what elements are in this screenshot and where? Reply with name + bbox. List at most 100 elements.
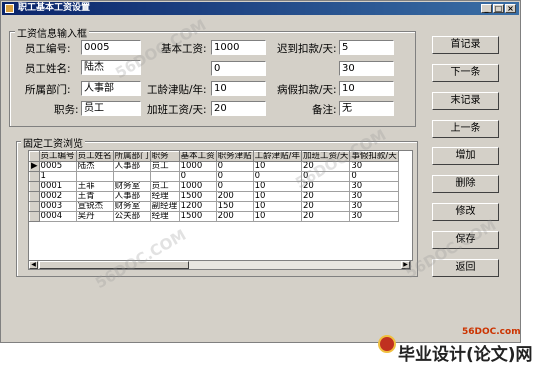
column-header[interactable]: 员工编号 [38,151,77,162]
first-record-button[interactable]: 首记录 [432,36,499,54]
table-cell[interactable]: 0001 [38,181,77,192]
table-cell[interactable]: 宣锐杰 [75,201,114,212]
base-salary-input[interactable]: 1000 [211,40,266,55]
row-indicator [29,211,40,222]
table-cell[interactable]: 30 [349,181,399,192]
title-bar: 职工基本工资设置 _ □ × [2,2,519,15]
add-button[interactable]: 增加 [432,147,499,165]
table-cell[interactable]: 10 [252,161,303,172]
table-cell[interactable]: 1000 [178,161,217,172]
table-cell[interactable]: 经理 [149,191,180,202]
table-cell[interactable]: 员工 [149,161,180,172]
horizontal-scrollbar[interactable]: ◀ ▶ [28,260,411,270]
table-cell[interactable] [149,171,180,182]
blank-field-input[interactable]: 0 [211,61,266,76]
app-icon [5,4,14,13]
overtime-label: 加班工资/天: [147,104,207,116]
table-row[interactable]: 0004 吴丹 公关部 经理 1500 200 10 20 30 [29,211,399,222]
row-indicator: ▶ [29,161,40,172]
table-cell[interactable]: 10 [252,201,303,212]
table-cell[interactable] [75,171,114,182]
table-cell[interactable]: 30 [349,161,399,172]
table-cell[interactable]: 10 [252,191,303,202]
row-indicator [29,151,40,162]
table-cell[interactable]: 10 [252,211,303,222]
table-cell[interactable]: 人事部 [112,191,151,202]
grid-group-title: 固定工资浏览 [21,135,85,150]
next-button[interactable]: 下一条 [432,64,499,82]
column-header[interactable]: 工龄津贴/年 [252,151,303,162]
main-window: 职工基本工资设置 _ □ × 工资信息输入框 员工编号: 0005 员工姓名: … [0,0,521,343]
table-cell[interactable]: 副经理 [149,201,180,212]
table-cell[interactable]: 0005 [38,161,77,172]
column-header[interactable]: 职务 [149,151,180,162]
table-cell[interactable]: 1500 [178,211,217,222]
seniority-input[interactable]: 10 [211,81,266,96]
table-cell[interactable]: 200 [215,191,254,202]
overtime-input[interactable]: 20 [211,101,266,116]
table-cell[interactable]: 王菲 [75,181,114,192]
close-icon[interactable]: × [505,4,516,13]
sick-deduct-input[interactable]: 10 [339,81,394,96]
column-header[interactable]: 所属部门 [112,151,151,162]
table-row[interactable]: 0003 宣锐杰 财务室 副经理 1200 150 10 20 30 [29,201,399,212]
late-deduct-input[interactable]: 5 [339,40,394,55]
brand-logo-icon [378,335,396,353]
table-cell[interactable]: 0 [178,171,217,182]
blank-field2-input[interactable]: 30 [339,61,394,76]
table-cell[interactable]: 0 [349,171,399,182]
table-cell[interactable]: 20 [300,191,351,202]
table-cell[interactable]: 200 [215,211,254,222]
table-cell[interactable]: 0 [215,161,254,172]
column-header[interactable]: 员工姓名 [75,151,114,162]
table-cell[interactable]: 0002 [38,191,77,202]
column-header[interactable]: 基本工资 [178,151,217,162]
info-group-title: 工资信息输入框 [15,25,89,40]
table-row[interactable]: 0002 王青 人事部 经理 1500 200 10 20 30 [29,191,399,202]
maximize-icon[interactable]: □ [493,4,504,13]
row-indicator [29,191,40,202]
table-cell[interactable]: 10 [252,181,303,192]
scroll-left-icon[interactable]: ◀ [29,261,38,269]
table-cell[interactable]: 0 [215,181,254,192]
table-cell[interactable]: 陆杰 [75,161,114,172]
department-input[interactable]: 人事部 [81,81,141,96]
table-cell[interactable]: 财务室 [112,181,151,192]
table-cell[interactable]: 1 [38,171,77,182]
table-cell[interactable]: 0003 [38,201,77,212]
table-cell[interactable]: 员工 [149,181,180,192]
remark-input[interactable]: 无 [339,101,394,116]
table-cell[interactable]: 公关部 [112,211,151,222]
emp-name-label: 员工姓名: [25,63,71,75]
table-cell[interactable]: 经理 [149,211,180,222]
table-cell[interactable] [112,171,151,182]
column-header[interactable]: 职务津贴 [215,151,254,162]
table-row[interactable]: 0001 王菲 财务室 员工 1000 0 10 20 30 [29,181,399,192]
table-cell[interactable]: 1500 [178,191,217,202]
table-cell[interactable]: 吴丹 [75,211,114,222]
table-cell[interactable]: 0004 [38,211,77,222]
last-record-button[interactable]: 末记录 [432,92,499,110]
minimize-icon[interactable]: _ [481,4,492,13]
emp-no-input[interactable]: 0005 [81,40,141,55]
delete-button[interactable]: 删除 [432,175,499,193]
table-cell[interactable]: 20 [300,211,351,222]
table-row[interactable]: 1 0 0 0 0 0 [29,171,399,182]
table-cell[interactable]: 150 [215,201,254,212]
table-cell[interactable]: 财务室 [112,201,151,212]
table-cell[interactable]: 人事部 [112,161,151,172]
prev-button[interactable]: 上一条 [432,120,499,138]
table-cell[interactable]: 30 [349,211,399,222]
table-cell[interactable]: 王青 [75,191,114,202]
table-cell[interactable]: 20 [300,201,351,212]
table-cell[interactable]: 0 [215,171,254,182]
position-input[interactable]: 员工 [81,101,141,116]
late-deduct-label: 迟到扣款/天: [277,43,337,55]
table-cell[interactable]: 30 [349,191,399,202]
position-label: 职务: [54,104,79,116]
salary-grid[interactable]: 员工编号 员工姓名 所属部门 职务 基本工资 职务津贴 工龄津贴/年 加班工资/… [28,150,413,261]
table-cell[interactable]: 30 [349,201,399,212]
footer-brand: 毕业设计(论文)网 [398,345,533,365]
table-cell[interactable]: 1000 [178,181,217,192]
table-cell[interactable]: 1200 [178,201,217,212]
